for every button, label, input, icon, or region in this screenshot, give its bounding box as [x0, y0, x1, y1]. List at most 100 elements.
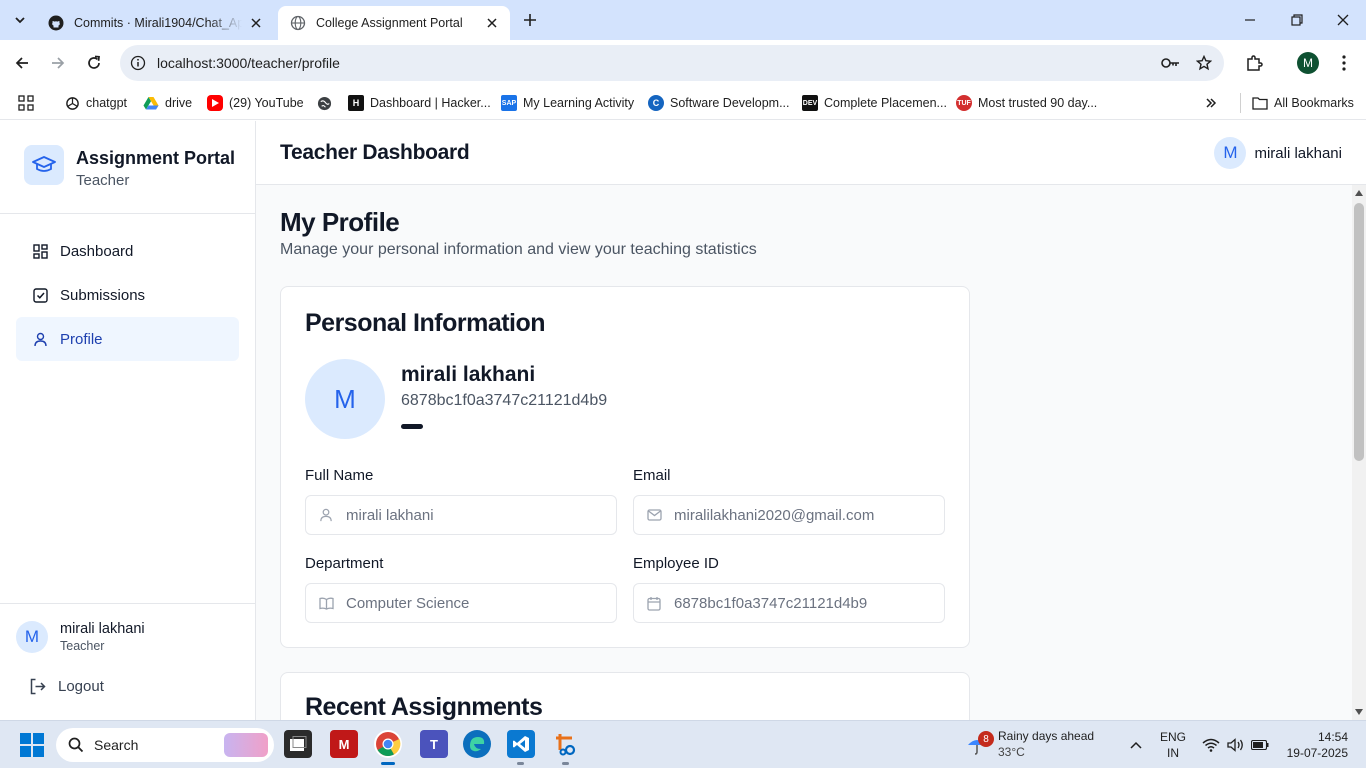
department-label: Department	[305, 555, 384, 572]
tab-title: Commits · Mirali1904/Chat_App	[74, 16, 242, 30]
card-title: Personal Information	[305, 309, 546, 337]
password-key-icon[interactable]	[1161, 53, 1181, 73]
snipping-tool-icon[interactable]	[552, 730, 580, 758]
tray-chevron-up-icon[interactable]	[1126, 735, 1146, 755]
apps-grid-icon[interactable]	[18, 93, 34, 113]
new-tab-plus-icon[interactable]	[520, 10, 540, 30]
sidebar-item-label: Dashboard	[60, 242, 134, 260]
department-field[interactable]: Computer Science	[305, 583, 617, 623]
bookmark-label: Dashboard | Hacker...	[370, 96, 491, 110]
bookmark-chatgpt[interactable]: chatgpt	[64, 93, 127, 113]
clock[interactable]: 14:54 19-07-2025	[1287, 729, 1348, 761]
scroll-up-arrow-icon[interactable]	[1354, 188, 1364, 198]
scrollbar-thumb[interactable]	[1354, 203, 1364, 461]
bookmark-label: (29) YouTube	[229, 96, 304, 110]
bookmark-label: My Learning Activity	[523, 96, 635, 110]
speaker-icon[interactable]	[1226, 735, 1246, 755]
sidebar-item-dashboard[interactable]: Dashboard	[16, 229, 239, 273]
weather-temp: 33°C	[998, 745, 1025, 759]
dev-icon: DEV	[802, 95, 818, 111]
chrome-icon[interactable]	[374, 730, 402, 758]
employee-id-value: 6878bc1f0a3747c21121d4b9	[674, 594, 868, 612]
extensions-puzzle-icon[interactable]	[1243, 52, 1265, 74]
taskbar-search[interactable]: Search	[56, 728, 274, 762]
sap-icon: SAP	[501, 95, 517, 111]
windows-start-icon[interactable]	[20, 733, 44, 757]
site-info-icon[interactable]	[128, 53, 148, 73]
bookmark-placement[interactable]: DEV Complete Placemen...	[802, 93, 947, 113]
back-arrow-icon[interactable]	[11, 52, 33, 74]
bookmark-star-icon[interactable]	[1194, 53, 1214, 73]
address-bar[interactable]: localhost:3000/teacher/profile	[120, 45, 1224, 81]
calendar-icon	[646, 595, 662, 611]
logout-button[interactable]: Logout	[28, 677, 104, 695]
kebab-menu-icon[interactable]	[1333, 52, 1355, 74]
vscode-icon[interactable]	[507, 730, 535, 758]
sidebar-item-submissions[interactable]: Submissions	[16, 273, 239, 317]
scroll-down-arrow-icon[interactable]	[1354, 707, 1364, 717]
header-user-menu[interactable]: M mirali lakhani	[1214, 137, 1342, 169]
edge-icon[interactable]	[463, 730, 491, 758]
tab-github-commits[interactable]: Commits · Mirali1904/Chat_App	[36, 6, 274, 40]
reload-icon[interactable]	[83, 52, 105, 74]
language-region: IN	[1167, 746, 1179, 760]
bookmark-globe[interactable]	[316, 93, 338, 113]
brand-subtitle: Teacher	[76, 172, 130, 189]
weather-widget[interactable]: 8 Rainy days ahead 33°C	[966, 729, 1094, 759]
snipping-running-indicator	[562, 762, 569, 765]
sidebar-item-label: Submissions	[60, 286, 146, 304]
battery-icon[interactable]	[1250, 735, 1270, 755]
bookmark-hackerrank[interactable]: H Dashboard | Hacker...	[348, 93, 491, 113]
more-bookmarks-chevron-icon[interactable]	[1205, 93, 1217, 113]
minimize-icon[interactable]	[1240, 10, 1260, 30]
profile-id: 6878bc1f0a3747c21121d4b9	[401, 392, 608, 409]
tab-close-icon[interactable]	[248, 15, 264, 31]
bookmark-youtube[interactable]: (29) YouTube	[207, 93, 304, 113]
app-header: Teacher Dashboard M mirali lakhani	[256, 121, 1366, 185]
language-indicator[interactable]: ENG IN	[1160, 729, 1186, 761]
teams-icon[interactable]: T	[420, 730, 448, 758]
all-bookmarks-label: All Bookmarks	[1274, 96, 1354, 110]
url-text: localhost:3000/teacher/profile	[157, 55, 340, 71]
folder-icon	[1252, 95, 1268, 111]
email-field[interactable]: miralilakhani2020@gmail.com	[633, 495, 945, 535]
sidebar-user: M mirali lakhani Teacher	[16, 621, 145, 653]
bookmark-software-development[interactable]: C Software Developm...	[648, 93, 790, 113]
tab-search-chevron-icon[interactable]	[8, 8, 32, 32]
all-bookmarks[interactable]: All Bookmarks	[1240, 93, 1354, 113]
tab-title: College Assignment Portal	[316, 16, 463, 30]
chrome-active-indicator	[381, 762, 395, 765]
task-view-icon[interactable]	[284, 730, 312, 758]
employee-id-label: Employee ID	[633, 555, 719, 572]
github-icon	[48, 15, 64, 31]
rain-umbrella-icon: 8	[966, 731, 994, 756]
tab-college-assignment-portal[interactable]: College Assignment Portal	[278, 6, 510, 40]
bookmark-learning-activity[interactable]: SAP My Learning Activity	[501, 93, 634, 113]
browser-toolbar: localhost:3000/teacher/profile M	[0, 40, 1366, 86]
checkbox-icon	[32, 287, 48, 303]
sidebar-user-role: Teacher	[60, 639, 105, 653]
browser-profile-avatar[interactable]: M	[1297, 52, 1319, 74]
forward-arrow-icon[interactable]	[47, 52, 69, 74]
mcafee-icon[interactable]: M	[330, 730, 358, 758]
header-user-name: mirali lakhani	[1254, 144, 1342, 162]
clock-date: 19-07-2025	[1286, 746, 1348, 760]
employee-id-field[interactable]: 6878bc1f0a3747c21121d4b9	[633, 583, 945, 623]
brand: Assignment Portal Teacher	[24, 145, 235, 189]
wifi-icon[interactable]	[1201, 735, 1221, 755]
sidebar-item-label: Profile	[60, 330, 103, 348]
bookmark-drive[interactable]: drive	[143, 93, 192, 113]
tab-close-icon[interactable]	[484, 15, 500, 31]
taskbar-search-label: Search	[94, 737, 139, 753]
bookmark-90-day[interactable]: TUF Most trusted 90 day...	[956, 93, 1097, 113]
sidebar-item-profile[interactable]: Profile	[16, 317, 239, 361]
department-value: Computer Science	[346, 594, 470, 612]
full-name-field[interactable]: mirali lakhani	[305, 495, 617, 535]
bookmark-label: drive	[165, 96, 193, 110]
sidebar-bottom-divider	[0, 603, 255, 604]
vscode-running-indicator	[517, 762, 524, 765]
close-window-icon[interactable]	[1333, 10, 1353, 30]
restore-icon[interactable]	[1287, 10, 1307, 30]
search-icon	[66, 735, 86, 755]
page-scrollbar[interactable]	[1352, 185, 1366, 720]
